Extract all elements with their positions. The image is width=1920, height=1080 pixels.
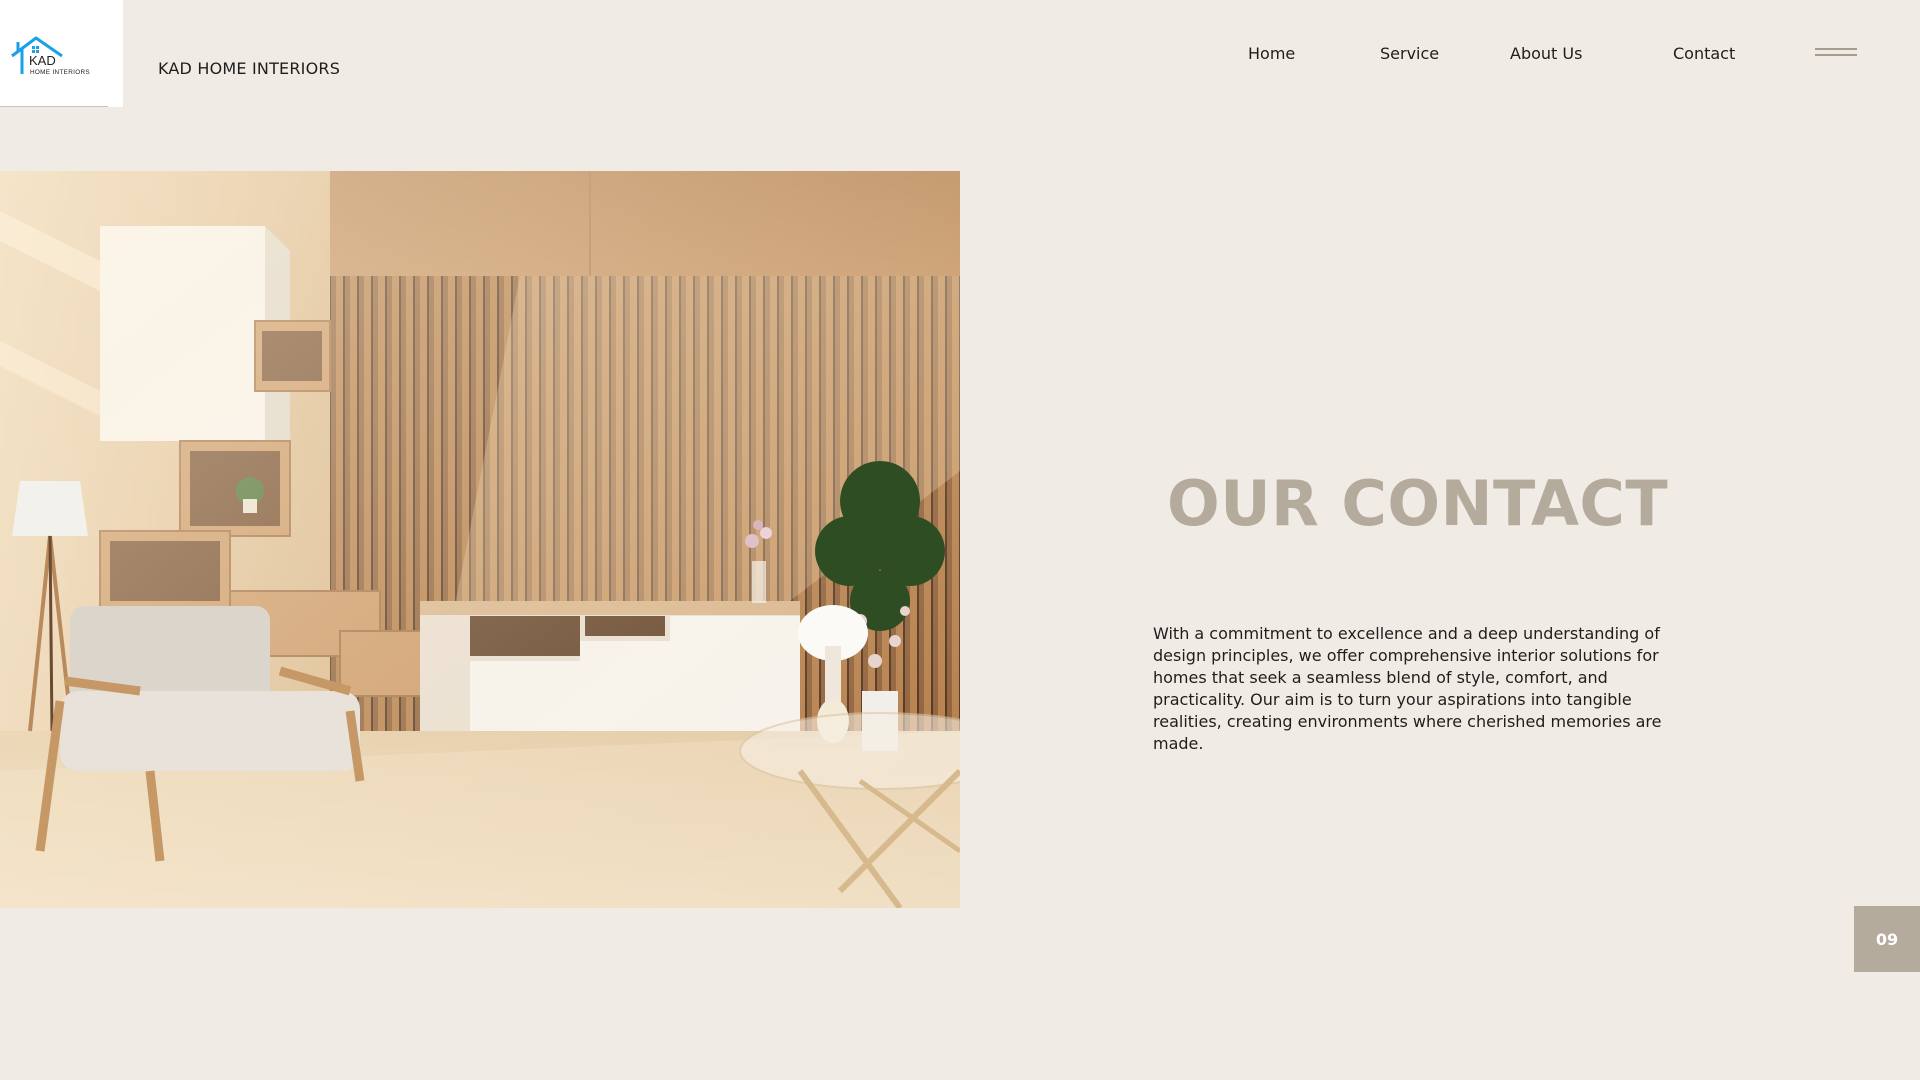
page-number-badge: 09 — [1854, 906, 1920, 972]
nav-item-about-us[interactable]: About Us — [1510, 44, 1582, 63]
hamburger-line-top — [1815, 48, 1857, 50]
hamburger-menu-icon[interactable] — [1815, 48, 1857, 60]
page-title: OUR CONTACT — [1167, 467, 1669, 540]
main-nav: Home Service About Us Contact — [0, 44, 1920, 66]
nav-item-home[interactable]: Home — [1248, 44, 1295, 63]
nav-item-service[interactable]: Service — [1380, 44, 1439, 63]
logo-subtext: HOME INTERIORS — [30, 69, 90, 76]
hamburger-line-bottom — [1815, 54, 1857, 56]
contact-description: With a commitment to excellence and a de… — [1153, 624, 1662, 753]
logo-divider — [0, 106, 108, 107]
hero-interior-image — [0, 171, 960, 908]
nav-item-contact[interactable]: Contact — [1673, 44, 1735, 63]
